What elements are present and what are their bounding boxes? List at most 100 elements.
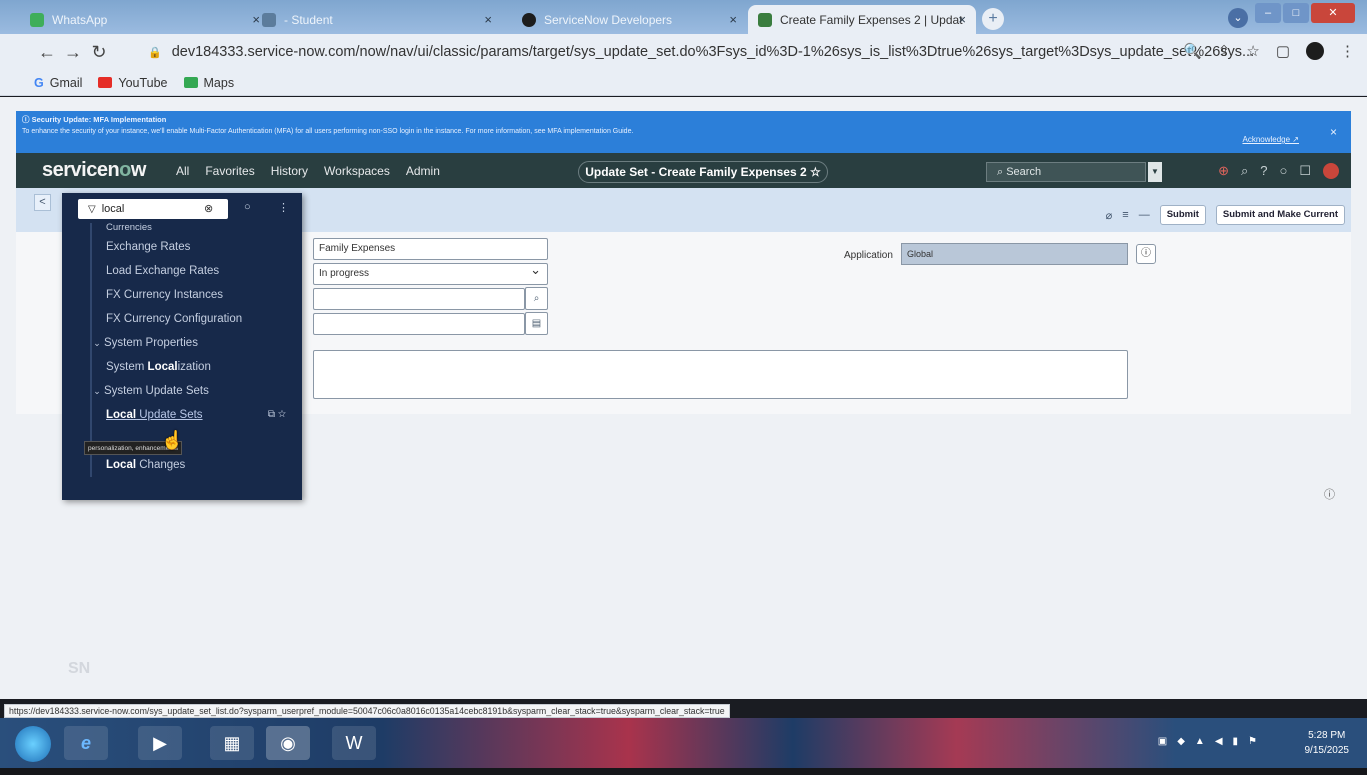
bookmark-label: Maps <box>203 75 235 90</box>
name-field[interactable]: Family Expenses <box>313 238 548 260</box>
chat-icon[interactable]: ⌕ <box>1241 163 1248 179</box>
tray-volume-icon[interactable]: ◀ <box>1215 736 1223 747</box>
clear-filter-icon[interactable]: ⊗ <box>204 199 213 219</box>
lock-icon: 🔒 <box>148 46 162 59</box>
bookmark-youtube[interactable]: YouTube <box>98 76 168 90</box>
info-icon[interactable]: ⓘ <box>1324 486 1335 502</box>
nav-section-system-update-sets[interactable]: ⌄ System Update Sets <box>90 379 296 403</box>
description-textarea[interactable] <box>313 350 1128 399</box>
nav-item-local-changes[interactable]: Local Changes <box>92 453 296 477</box>
forward-icon[interactable]: → <box>60 42 86 63</box>
search-icon[interactable]: ⌕ <box>525 287 548 310</box>
start-button[interactable] <box>15 726 51 762</box>
application-label: Application <box>844 250 893 261</box>
chrome-icon[interactable]: ◉ <box>266 726 310 760</box>
nav-item-fx-currency-configuration[interactable]: FX Currency Configuration <box>92 307 296 331</box>
system-tray: ▣ ◆ ▲ ◀ ▮ ⚑ <box>1158 736 1257 747</box>
nav-workspaces[interactable]: Workspaces <box>324 164 390 178</box>
attachment-icon[interactable]: ⌀ <box>1106 209 1113 222</box>
servicenow-logo[interactable]: servicenow <box>42 159 146 182</box>
servicenow-header: servicenow All Favorites History Workspa… <box>16 153 1351 188</box>
nav-item-load-exchange-rates[interactable]: Load Exchange Rates <box>92 259 296 283</box>
acknowledge-link[interactable]: Acknowledge ↗ <box>1242 135 1299 144</box>
side-panel-icon[interactable]: ▢ <box>1276 42 1290 60</box>
close-icon[interactable]: × <box>484 12 492 27</box>
nav-all[interactable]: All <box>176 164 189 178</box>
tab-search-icon[interactable]: ⌄ <box>1228 8 1248 28</box>
submit-make-current-button[interactable]: Submit and Make Current <box>1215 205 1345 225</box>
screen-bezel <box>0 768 1367 775</box>
banner-text: To enhance the security of your instance… <box>22 128 634 135</box>
whatsapp-icon <box>30 12 44 27</box>
state-select[interactable]: In progress <box>313 260 548 285</box>
bookmark-maps[interactable]: Maps <box>183 75 235 90</box>
google-icon: G <box>34 75 44 90</box>
context-pill[interactable]: Update Set - Create Family Expenses 2 ☆ <box>578 161 828 183</box>
nav-admin[interactable]: Admin <box>406 164 440 178</box>
hand-cursor-icon: ☝ <box>161 430 184 450</box>
tab-student[interactable]: - Student × <box>252 5 502 34</box>
back-button[interactable]: < <box>34 194 51 211</box>
submit-button[interactable]: Submit <box>1159 205 1206 225</box>
tray-flag-icon[interactable]: ⚑ <box>1248 736 1257 747</box>
maps-icon <box>183 77 198 88</box>
menu-icon[interactable]: ⋮ <box>1340 42 1355 60</box>
global-search-input[interactable]: ⌕ Search <box>986 162 1146 182</box>
nav-item-system-localization[interactable]: System Localization <box>92 355 296 379</box>
more-icon[interactable]: — <box>1139 209 1150 221</box>
tab-whatsapp[interactable]: WhatsApp × <box>20 5 270 34</box>
close-icon[interactable]: × <box>958 12 966 27</box>
share-icon[interactable]: ⇪ <box>1218 42 1231 60</box>
nav-section-system-properties[interactable]: ⌄ System Properties <box>90 331 296 355</box>
tray-network-icon[interactable]: ▲ <box>1195 736 1205 747</box>
internet-explorer-icon[interactable]: e <box>64 726 108 760</box>
search-scope-dropdown[interactable]: ▼ <box>1148 162 1162 182</box>
developer-icon[interactable]: ☐ <box>1299 163 1311 179</box>
profile-avatar[interactable] <box>1306 42 1324 60</box>
nav-item-fx-currency-instances[interactable]: FX Currency Instances <box>92 283 296 307</box>
tab-create-family-expenses[interactable]: Create Family Expenses 2 | Updat × <box>748 5 976 34</box>
maximize-icon[interactable]: □ <box>1283 3 1309 23</box>
tray-app-icon[interactable]: ▣ <box>1158 736 1167 747</box>
globe-icon[interactable]: ⊕ <box>1218 163 1229 179</box>
notification-icon[interactable]: ○ <box>1279 163 1287 179</box>
user-avatar[interactable] <box>1323 163 1339 179</box>
help-icon[interactable]: ? <box>1260 163 1267 179</box>
close-icon[interactable]: × <box>1330 125 1337 139</box>
word-icon[interactable]: W <box>332 726 376 760</box>
new-tab-button[interactable]: + <box>982 8 1004 30</box>
status-bar-url: https://dev184333.service-now.com/sys_up… <box>4 704 730 718</box>
mfa-banner: ⓘ Security Update: MFA Implementation To… <box>16 111 1351 153</box>
back-icon[interactable]: ← <box>34 42 60 63</box>
tray-shield-icon[interactable]: ◆ <box>1177 736 1185 747</box>
calendar-icon[interactable]: ▤ <box>525 312 548 335</box>
tray-signal-icon[interactable]: ▮ <box>1233 736 1239 747</box>
bookmark-star-icon[interactable]: ☆ <box>1246 42 1259 60</box>
reload-icon[interactable]: ↻ <box>86 42 112 63</box>
nav-history[interactable]: History <box>271 164 308 178</box>
media-player-icon[interactable]: ▶ <box>138 726 182 760</box>
settings-icon[interactable]: ≡ <box>1122 209 1128 221</box>
edit-favorite-icons[interactable]: ⧉ ☆ <box>268 403 286 427</box>
info-icon[interactable]: ⓘ <box>1136 244 1156 264</box>
navigator-list: Currencies Exchange Rates Load Exchange … <box>90 223 296 477</box>
minimize-icon[interactable]: – <box>1255 3 1281 23</box>
nav-favorites[interactable]: Favorites <box>205 164 254 178</box>
refresh-icon[interactable]: ○ <box>244 201 251 213</box>
taskbar-clock[interactable]: 5:28 PM 9/15/2025 <box>1305 728 1350 758</box>
file-explorer-icon[interactable]: ▦ <box>210 726 254 760</box>
date-field[interactable] <box>313 313 525 335</box>
bookmark-gmail[interactable]: G Gmail <box>34 76 82 90</box>
close-icon[interactable]: × <box>729 12 737 27</box>
nav-item-exchange-rates[interactable]: Exchange Rates <box>92 235 296 259</box>
pin-icon[interactable]: ⋮ <box>278 201 289 214</box>
tab-servicenow-developers[interactable]: ServiceNow Developers × <box>512 5 747 34</box>
zoom-icon[interactable]: 🔍 <box>1183 42 1202 60</box>
close-window-icon[interactable]: ✕ <box>1311 3 1355 23</box>
nav-item-currencies[interactable]: Currencies <box>92 223 296 235</box>
address-bar[interactable]: 🔒 dev184333.service-now.com/now/nav/ui/c… <box>138 39 1268 65</box>
nav-item-local-update-sets[interactable]: Local Update Sets ⧉ ☆ <box>92 403 296 427</box>
youtube-icon <box>98 77 113 88</box>
servicenow-icon <box>522 12 536 27</box>
reference-field[interactable] <box>313 288 525 310</box>
